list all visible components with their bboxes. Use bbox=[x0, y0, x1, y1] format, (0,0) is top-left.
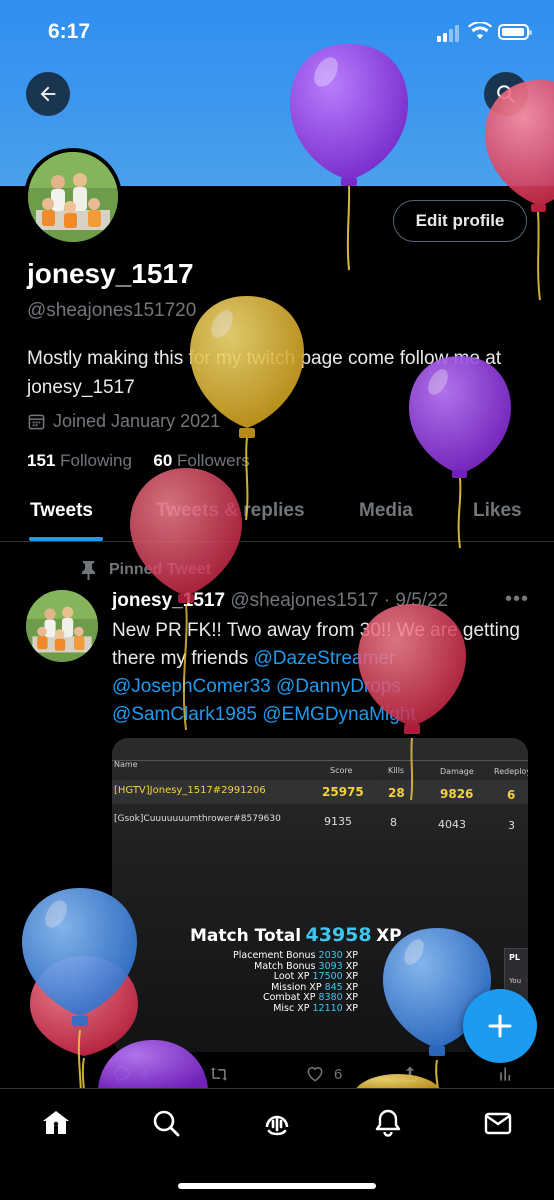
row-1-name: [HGTV]Jonesy_1517#2991206 bbox=[114, 785, 266, 796]
active-tab-indicator bbox=[29, 537, 103, 541]
match-total-unit: XP bbox=[376, 926, 402, 946]
profile-display-name: jonesy_1517 bbox=[27, 258, 194, 289]
match-total-label: Match Total bbox=[190, 926, 302, 946]
tweet-author-avatar[interactable] bbox=[26, 590, 98, 662]
row-1-redeploy: 6 bbox=[507, 788, 516, 802]
notifications-bell-icon[interactable] bbox=[372, 1107, 404, 1139]
compose-tweet-button[interactable] bbox=[463, 989, 537, 1063]
profile-tabs: Tweets Tweets & replies Media Likes bbox=[0, 490, 554, 542]
row-1-kills: 28 bbox=[388, 786, 405, 800]
profile-avatar[interactable] bbox=[24, 148, 122, 246]
tab-tweets-replies[interactable]: Tweets & replies bbox=[156, 500, 305, 522]
tweet-media-image[interactable]: Name Score Kills Damage Redeploy [HGTV]J… bbox=[112, 738, 528, 1052]
status-time: 6:17 bbox=[48, 20, 91, 43]
battery-icon bbox=[498, 24, 532, 40]
row-1-damage: 9826 bbox=[440, 787, 474, 801]
arrow-left-icon bbox=[40, 86, 56, 102]
wifi-icon bbox=[468, 22, 492, 39]
analytics-button[interactable] bbox=[496, 1064, 516, 1084]
tweet-header: jonesy_1517 @sheajones1517 · 9/5/22 bbox=[112, 590, 448, 612]
col-redeploy: Redeploy bbox=[494, 767, 528, 776]
calendar-icon bbox=[28, 414, 45, 430]
back-button[interactable] bbox=[26, 72, 70, 116]
messages-envelope-icon[interactable] bbox=[482, 1107, 514, 1139]
pinned-tweet-label: Pinned Tweet bbox=[80, 560, 211, 580]
reply-icon bbox=[114, 1066, 130, 1083]
home-icon[interactable] bbox=[40, 1107, 72, 1139]
tab-tweets[interactable]: Tweets bbox=[30, 500, 93, 522]
xp-line: Misc XP 12110 XP bbox=[273, 1002, 358, 1014]
scoreboard-photo: Name Score Kills Damage Redeploy [HGTV]J… bbox=[112, 738, 528, 1052]
retweet-button[interactable] bbox=[208, 1064, 230, 1084]
profile-joined: Joined January 2021 bbox=[27, 411, 220, 432]
follow-stats: 151 Following 60 Followers bbox=[27, 451, 250, 471]
analytics-icon bbox=[500, 1067, 511, 1081]
col-kills: Kills bbox=[388, 766, 405, 775]
profile-bio: Mostly making this for my twitch page co… bbox=[27, 348, 502, 398]
col-name: Name bbox=[114, 760, 138, 769]
row-2-name: [Gsok]Cuuuuuuumthrower#8579630 bbox=[114, 814, 281, 824]
balloon-yellow bbox=[190, 296, 304, 521]
row-2-redeploy: 3 bbox=[508, 819, 515, 832]
like-button[interactable]: 6 bbox=[304, 1064, 342, 1084]
tweet-date[interactable]: 9/5/22 bbox=[395, 590, 448, 611]
mention-link[interactable]: @DannyDrops bbox=[276, 676, 401, 697]
edit-profile-button[interactable]: Edit profile bbox=[393, 200, 527, 242]
mention-link[interactable]: @DazeStreamer bbox=[254, 648, 396, 669]
status-bar: 6:17 bbox=[0, 0, 554, 64]
match-total-value: 43958 bbox=[305, 924, 372, 946]
share-button[interactable] bbox=[400, 1064, 420, 1084]
cellular-signal-icon bbox=[437, 24, 463, 42]
followers-link[interactable]: 60 Followers bbox=[153, 451, 249, 470]
col-damage: Damage bbox=[440, 767, 474, 776]
share-icon bbox=[403, 1066, 417, 1082]
tab-likes[interactable]: Likes bbox=[473, 500, 522, 522]
family-photo bbox=[26, 590, 98, 662]
tab-media[interactable]: Media bbox=[359, 500, 413, 522]
match-total: Match Total 43958 XP bbox=[190, 924, 402, 946]
mention-link[interactable]: @SamClark1985 bbox=[112, 704, 257, 725]
following-link[interactable]: 151 Following bbox=[27, 451, 132, 470]
col-score: Score bbox=[330, 766, 353, 775]
followers-count: 60 bbox=[153, 451, 173, 470]
like-count: 6 bbox=[334, 1065, 343, 1083]
joined-date: Joined January 2021 bbox=[53, 411, 221, 431]
mention-link[interactable]: @EMGDynaMight bbox=[262, 704, 415, 725]
following-label: Following bbox=[60, 451, 132, 470]
explore-search-icon[interactable] bbox=[150, 1107, 182, 1139]
tweet-author-name[interactable]: jonesy_1517 bbox=[112, 590, 225, 611]
retweet-icon bbox=[210, 1067, 228, 1081]
more-horizontal-icon[interactable]: ••• bbox=[505, 588, 529, 611]
heart-icon bbox=[307, 1067, 323, 1082]
following-count: 151 bbox=[27, 451, 56, 470]
row-1-score: 25975 bbox=[322, 785, 364, 799]
row-2-kills: 8 bbox=[390, 816, 397, 829]
spaces-icon[interactable] bbox=[261, 1107, 293, 1139]
tweet-separator: · bbox=[383, 590, 391, 611]
reply-count: 4 bbox=[140, 1065, 149, 1083]
followers-label: Followers bbox=[177, 451, 250, 470]
tweet-text: New PR FK!! Two away from 30!! We are ge… bbox=[112, 617, 532, 729]
pin-icon bbox=[82, 561, 95, 580]
pinned-label-text: Pinned Tweet bbox=[109, 561, 211, 578]
profile-handle: @sheajones151720 bbox=[27, 300, 197, 321]
search-icon bbox=[497, 85, 515, 103]
plus-icon bbox=[488, 1014, 512, 1038]
mention-link[interactable]: @JosephComer33 bbox=[112, 676, 271, 697]
search-button[interactable] bbox=[484, 72, 528, 116]
row-2-score: 9135 bbox=[324, 815, 352, 828]
row-2-damage: 4043 bbox=[438, 818, 466, 831]
reply-button[interactable]: 4 bbox=[112, 1064, 148, 1084]
home-indicator bbox=[178, 1183, 376, 1189]
family-photo bbox=[28, 152, 118, 242]
xp-breakdown: Placement Bonus 2030 XP Match Bonus 3093… bbox=[208, 950, 358, 1014]
tweet-author-handle[interactable]: @sheajones1517 bbox=[230, 590, 378, 611]
